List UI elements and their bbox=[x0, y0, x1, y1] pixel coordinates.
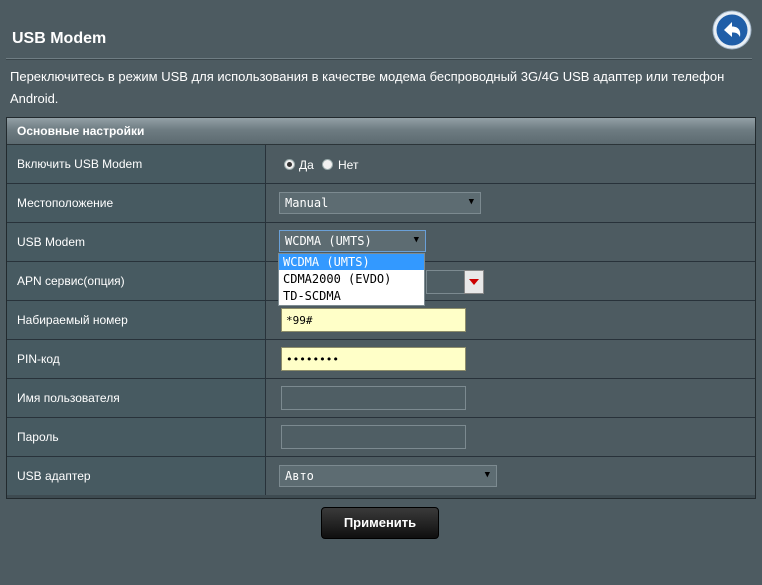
pin-value: •••••••• bbox=[286, 353, 339, 366]
title-divider bbox=[6, 58, 752, 60]
row-usb-adapter: USB адаптер Авто ▼ bbox=[7, 457, 755, 495]
apply-button[interactable]: Применить bbox=[321, 507, 439, 539]
apn-dropdown-button[interactable] bbox=[464, 270, 484, 294]
row-enable-usb-modem: Включить USB Modem Да Нет bbox=[7, 145, 755, 184]
usb-adapter-select[interactable]: Авто ▼ bbox=[279, 465, 497, 487]
password-input[interactable] bbox=[281, 425, 466, 449]
dial-number-input[interactable]: *99# bbox=[281, 308, 466, 332]
dropdown-option-td-scdma[interactable]: TD-SCDMA bbox=[279, 288, 424, 304]
dropdown-option-cdma2000[interactable]: CDMA2000 (EVDO) bbox=[279, 271, 424, 287]
settings-table: Основные настройки Включить USB Modem Да… bbox=[6, 117, 756, 499]
dial-number-value: *99# bbox=[286, 314, 313, 327]
chevron-down-icon: ▼ bbox=[468, 197, 474, 207]
pin-label: PIN-код bbox=[17, 352, 60, 366]
radio-yes-label[interactable]: Да bbox=[299, 158, 314, 172]
row-username: Имя пользователя bbox=[7, 379, 755, 418]
password-label: Пароль bbox=[17, 430, 59, 444]
section-title: Основные настройки bbox=[17, 124, 145, 138]
location-select[interactable]: Manual ▼ bbox=[279, 192, 481, 214]
section-header: Основные настройки bbox=[7, 118, 755, 145]
pin-input[interactable]: •••••••• bbox=[281, 347, 466, 371]
location-label: Местоположение bbox=[17, 196, 114, 210]
usb-modem-label: USB Modem bbox=[17, 235, 86, 249]
chevron-down-icon: ▼ bbox=[484, 470, 490, 480]
dropdown-option-wcdma[interactable]: WCDMA (UMTS) bbox=[279, 254, 424, 270]
username-label: Имя пользователя bbox=[17, 391, 120, 405]
dial-number-label: Набираемый номер bbox=[17, 313, 128, 327]
radio-yes[interactable] bbox=[284, 159, 295, 170]
radio-no-label[interactable]: Нет bbox=[338, 158, 358, 172]
location-select-value: Manual bbox=[285, 196, 329, 210]
back-arrow-icon[interactable] bbox=[712, 10, 752, 50]
row-location: Местоположение Manual ▼ bbox=[7, 184, 755, 223]
usb-modem-dropdown-list[interactable]: WCDMA (UMTS) CDMA2000 (EVDO) TD-SCDMA bbox=[278, 253, 425, 306]
username-input[interactable] bbox=[281, 386, 466, 410]
enable-usb-modem-label: Включить USB Modem bbox=[17, 157, 143, 171]
usb-adapter-select-value: Авто bbox=[285, 469, 314, 483]
page-title: USB Modem bbox=[12, 30, 107, 47]
apn-label: APN сервис(опция) bbox=[17, 274, 125, 288]
page-description: Переключитесь в режим USB для использова… bbox=[10, 69, 725, 106]
row-password: Пароль bbox=[7, 418, 755, 457]
usb-adapter-label: USB адаптер bbox=[17, 469, 91, 483]
usb-modem-select[interactable]: WCDMA (UMTS) ▼ bbox=[279, 230, 426, 252]
radio-no[interactable] bbox=[322, 159, 333, 170]
row-pin: PIN-код •••••••• bbox=[7, 340, 755, 379]
row-dial-number: Набираемый номер *99# bbox=[7, 301, 755, 340]
apn-input[interactable] bbox=[426, 270, 466, 294]
chevron-down-icon: ▼ bbox=[413, 235, 419, 245]
usb-modem-select-value: WCDMA (UMTS) bbox=[285, 234, 372, 248]
